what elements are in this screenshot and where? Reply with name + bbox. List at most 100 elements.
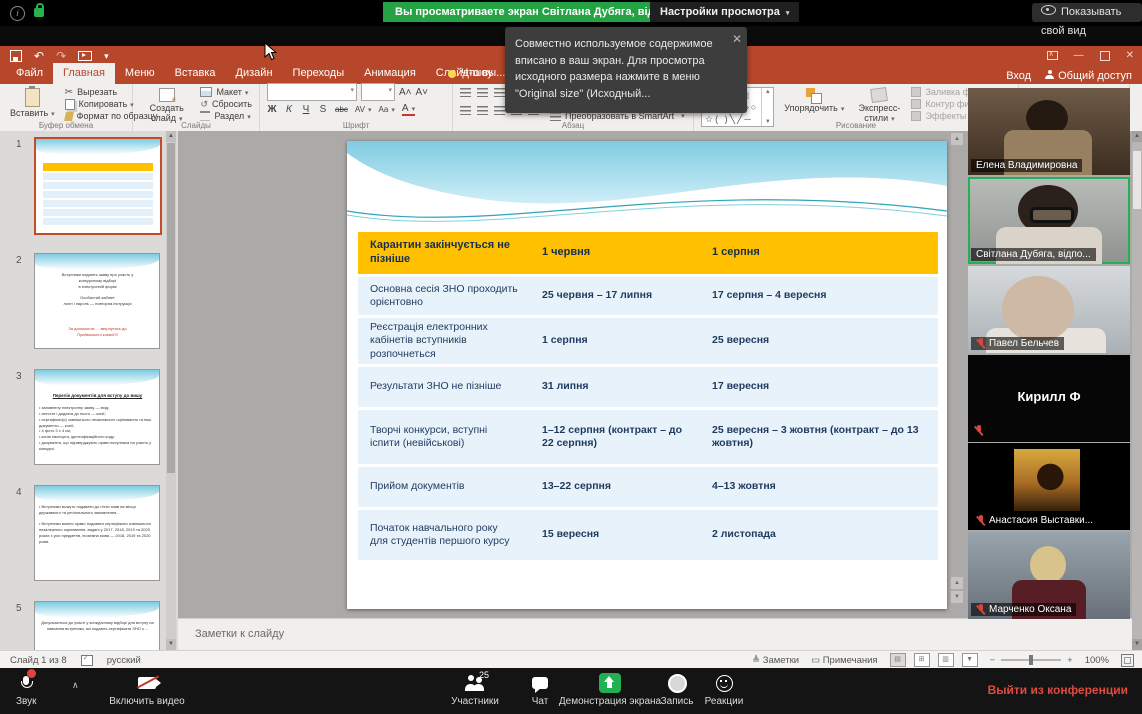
- start-video-button[interactable]: Включить видео: [92, 673, 202, 707]
- close-icon[interactable]: [732, 30, 742, 48]
- zoom-slider[interactable]: [1001, 659, 1061, 661]
- participants-button[interactable]: 25 Участники: [440, 673, 510, 707]
- shrink-font-icon[interactable]: А˅: [416, 87, 429, 98]
- indent-decrease-icon[interactable]: [494, 88, 505, 97]
- slideshow-view-icon[interactable]: ▼: [962, 653, 978, 667]
- restore-icon[interactable]: [1100, 51, 1110, 61]
- slide-thumbnail-2[interactable]: 2 Вступники подають заяву про участь у к…: [0, 253, 178, 363]
- new-slide-button[interactable]: Создать слайд: [140, 87, 193, 125]
- tab-file[interactable]: Файл: [6, 63, 53, 84]
- zoom-out-icon[interactable]: −: [990, 655, 996, 666]
- thumbnail-image-4[interactable]: • Вступники можуть подавати до п'яти зая…: [34, 485, 160, 581]
- language-indicator[interactable]: русский: [107, 655, 141, 666]
- participant-tile[interactable]: Елена Владимировна: [968, 88, 1130, 175]
- slide-thumbnail-3[interactable]: 3 Перелік документів для вступу до вишу …: [0, 369, 178, 479]
- tab-home[interactable]: Главная: [53, 63, 115, 84]
- reading-view-icon[interactable]: ▥: [938, 653, 954, 667]
- info-icon[interactable]: [10, 6, 25, 21]
- participant-tile[interactable]: Кирилл Ф: [968, 355, 1130, 442]
- scroll-up-icon[interactable]: [166, 131, 176, 142]
- thumbnail-image-5[interactable]: Допускаються до участі у конкурсному від…: [34, 601, 160, 650]
- font-name-combo[interactable]: [267, 83, 357, 101]
- scroll-down-icon[interactable]: [166, 639, 176, 650]
- font-size-combo[interactable]: [361, 83, 395, 101]
- scrollbar-thumb[interactable]: [167, 143, 175, 473]
- audio-options-chevron-icon[interactable]: [72, 680, 79, 691]
- thumbnail-image-3[interactable]: Перелік документів для вступу до вишу • …: [34, 369, 160, 465]
- slide-thumbnail-5[interactable]: 5 Допускаються до участі у конкурсному в…: [0, 601, 178, 650]
- thumbnails-scrollbar[interactable]: [166, 131, 176, 650]
- slide[interactable]: Карантин закінчується не пізніше 1 червн…: [347, 141, 947, 609]
- view-settings-button[interactable]: Настройки просмотра: [650, 2, 799, 22]
- slide-sorter-icon[interactable]: ⊞: [914, 653, 930, 667]
- tab-transitions[interactable]: Переходы: [283, 63, 355, 84]
- italic-button[interactable]: К: [284, 104, 294, 115]
- zoom-slider-thumb[interactable]: [1029, 655, 1033, 665]
- tab-design[interactable]: Дизайн: [226, 63, 283, 84]
- audio-button[interactable]: Звук: [16, 673, 37, 707]
- tab-animations[interactable]: Анимация: [354, 63, 426, 84]
- slideshow-icon[interactable]: [78, 51, 92, 61]
- grow-font-icon[interactable]: А˄: [399, 87, 412, 98]
- zoom-percentage[interactable]: 100%: [1085, 655, 1109, 666]
- section-button[interactable]: Раздел: [200, 111, 252, 121]
- font-color-button[interactable]: А: [402, 103, 415, 116]
- participant-tile[interactable]: Марченко Оксана: [968, 532, 1130, 619]
- notes-toggle[interactable]: ≜ Заметки: [752, 655, 799, 666]
- arrange-button[interactable]: Упорядочить: [781, 87, 847, 115]
- reset-button[interactable]: Сбросить: [200, 99, 252, 109]
- qat-customize-icon[interactable]: [104, 50, 109, 62]
- bullets-icon[interactable]: [460, 88, 471, 97]
- share-presentation-button[interactable]: Общий доступ: [1045, 70, 1132, 82]
- strikethrough-button[interactable]: abc: [335, 105, 348, 114]
- participant-tile[interactable]: Анастасия Выставки...: [968, 443, 1130, 530]
- show-self-view-button[interactable]: Показывать свой вид: [1032, 3, 1142, 22]
- notes-panel[interactable]: Заметки к слайду: [178, 618, 1142, 651]
- quick-styles-button[interactable]: Экспресс-стили: [854, 87, 904, 125]
- ribbon-display-icon[interactable]: [1047, 51, 1058, 60]
- window-right-scrollbar[interactable]: ▲ ▼: [1132, 131, 1142, 650]
- align-left-icon[interactable]: [460, 106, 471, 115]
- layout-button[interactable]: Макет: [200, 87, 252, 97]
- align-center-icon[interactable]: [477, 106, 488, 115]
- share-screen-button[interactable]: Демонстрация экрана: [558, 673, 662, 707]
- align-right-icon[interactable]: [494, 106, 505, 115]
- normal-view-icon[interactable]: ▤: [890, 653, 906, 667]
- paste-button[interactable]: Вставить: [7, 87, 58, 120]
- change-case-button[interactable]: Аа: [379, 105, 395, 114]
- redo-icon[interactable]: [56, 49, 66, 63]
- canvas-scrollbar[interactable]: ▲ ▲ ▼: [951, 133, 963, 613]
- chat-button[interactable]: Чат: [520, 673, 560, 707]
- close-window-icon[interactable]: [1126, 50, 1134, 61]
- char-spacing-button[interactable]: AV: [355, 105, 372, 114]
- scrollbar-thumb[interactable]: [1133, 151, 1141, 209]
- participant-tile[interactable]: Світлана Дубяга, відпо...: [968, 177, 1130, 264]
- scroll-up-icon[interactable]: ▲: [1132, 131, 1142, 142]
- text-shadow-button[interactable]: S: [318, 104, 328, 115]
- slide-thumbnail-1[interactable]: 1: [0, 137, 178, 247]
- sign-in-button[interactable]: Вход: [1006, 70, 1031, 82]
- underline-button[interactable]: Ч: [301, 104, 311, 115]
- leave-meeting-button[interactable]: Выйти из конференции: [988, 683, 1128, 697]
- tab-insert[interactable]: Вставка: [165, 63, 226, 84]
- spellcheck-icon[interactable]: [81, 655, 93, 666]
- bold-button[interactable]: Ж: [267, 104, 277, 115]
- numbering-icon[interactable]: [477, 88, 488, 97]
- comments-toggle[interactable]: ▭ Примечания: [811, 655, 877, 666]
- fit-slide-icon[interactable]: [1121, 654, 1134, 667]
- record-button[interactable]: Запись: [652, 673, 702, 707]
- scroll-down-icon[interactable]: ▼: [1132, 639, 1142, 650]
- participant-tile[interactable]: Павел Бельчев: [968, 266, 1130, 353]
- scroll-up-icon[interactable]: ▲: [951, 133, 963, 145]
- previous-slide-icon[interactable]: ▲: [951, 577, 963, 589]
- reactions-button[interactable]: Реакции: [698, 673, 750, 707]
- thumbnail-image-1[interactable]: [34, 137, 162, 235]
- tab-menu[interactable]: Меню: [115, 63, 165, 84]
- thumbnail-image-2[interactable]: Вступники подають заяву про участь у кон…: [34, 253, 160, 349]
- minimize-icon[interactable]: [1074, 50, 1084, 61]
- undo-icon[interactable]: [34, 49, 44, 63]
- next-slide-icon[interactable]: ▼: [951, 591, 963, 603]
- zoom-in-icon[interactable]: +: [1067, 655, 1073, 666]
- slide-thumbnail-4[interactable]: 4 • Вступники можуть подавати до п'яти з…: [0, 485, 178, 595]
- tell-me-box[interactable]: Что вы...: [448, 63, 505, 84]
